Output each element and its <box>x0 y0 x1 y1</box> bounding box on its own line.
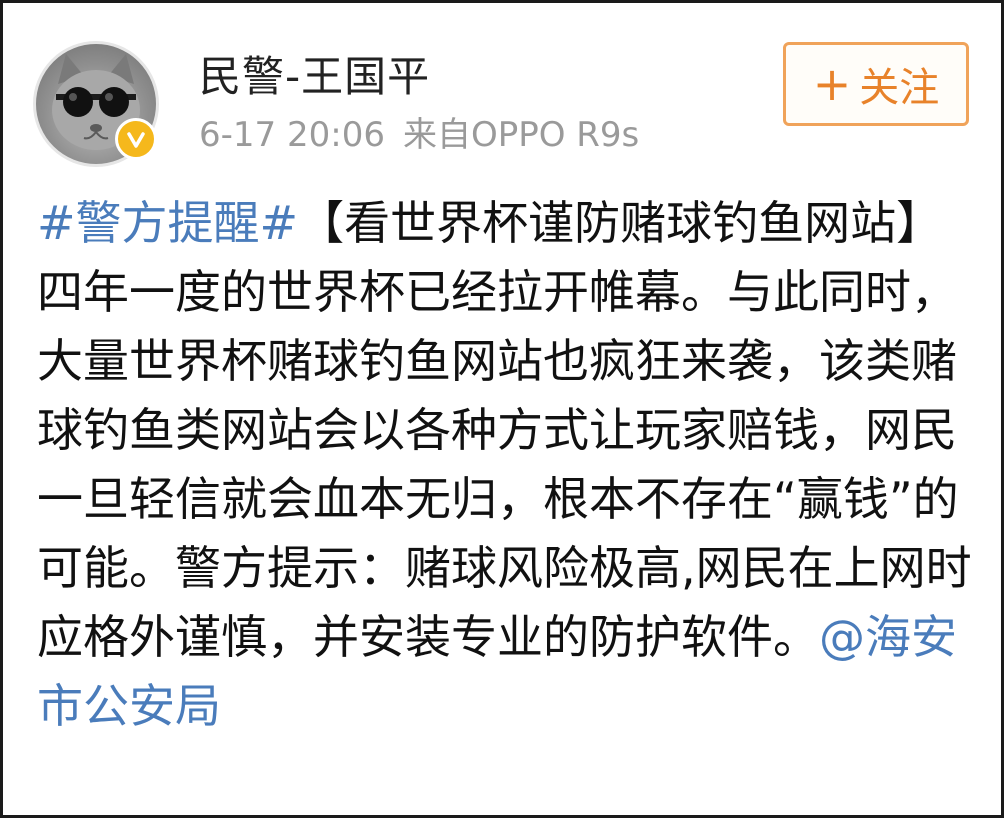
follow-label: 关注 <box>859 65 940 111</box>
plus-icon: + <box>812 57 852 111</box>
username[interactable]: 民警-王国平 <box>199 43 430 104</box>
post-source: 来自OPPO R9s <box>402 115 640 155</box>
weibo-post-card: 民警-王国平 6-17 20:06 来自OPPO R9s + 关注 #警方提醒#【… <box>0 0 1004 818</box>
post-timestamp: 6-17 20:06 <box>199 115 385 155</box>
post-meta: 6-17 20:06 来自OPPO R9s <box>199 107 639 156</box>
follow-button[interactable]: + 关注 <box>783 42 969 126</box>
post-content: #警方提醒#【看世界杯谨防赌球钓鱼网站】四年一度的世界杯已经拉开帷幕。与此同时，… <box>37 189 972 741</box>
hashtag-link[interactable]: #警方提醒# <box>37 196 298 250</box>
post-body: 【看世界杯谨防赌球钓鱼网站】四年一度的世界杯已经拉开帷幕。与此同时，大量世界杯赌… <box>37 196 972 664</box>
verified-badge-icon <box>115 118 157 160</box>
